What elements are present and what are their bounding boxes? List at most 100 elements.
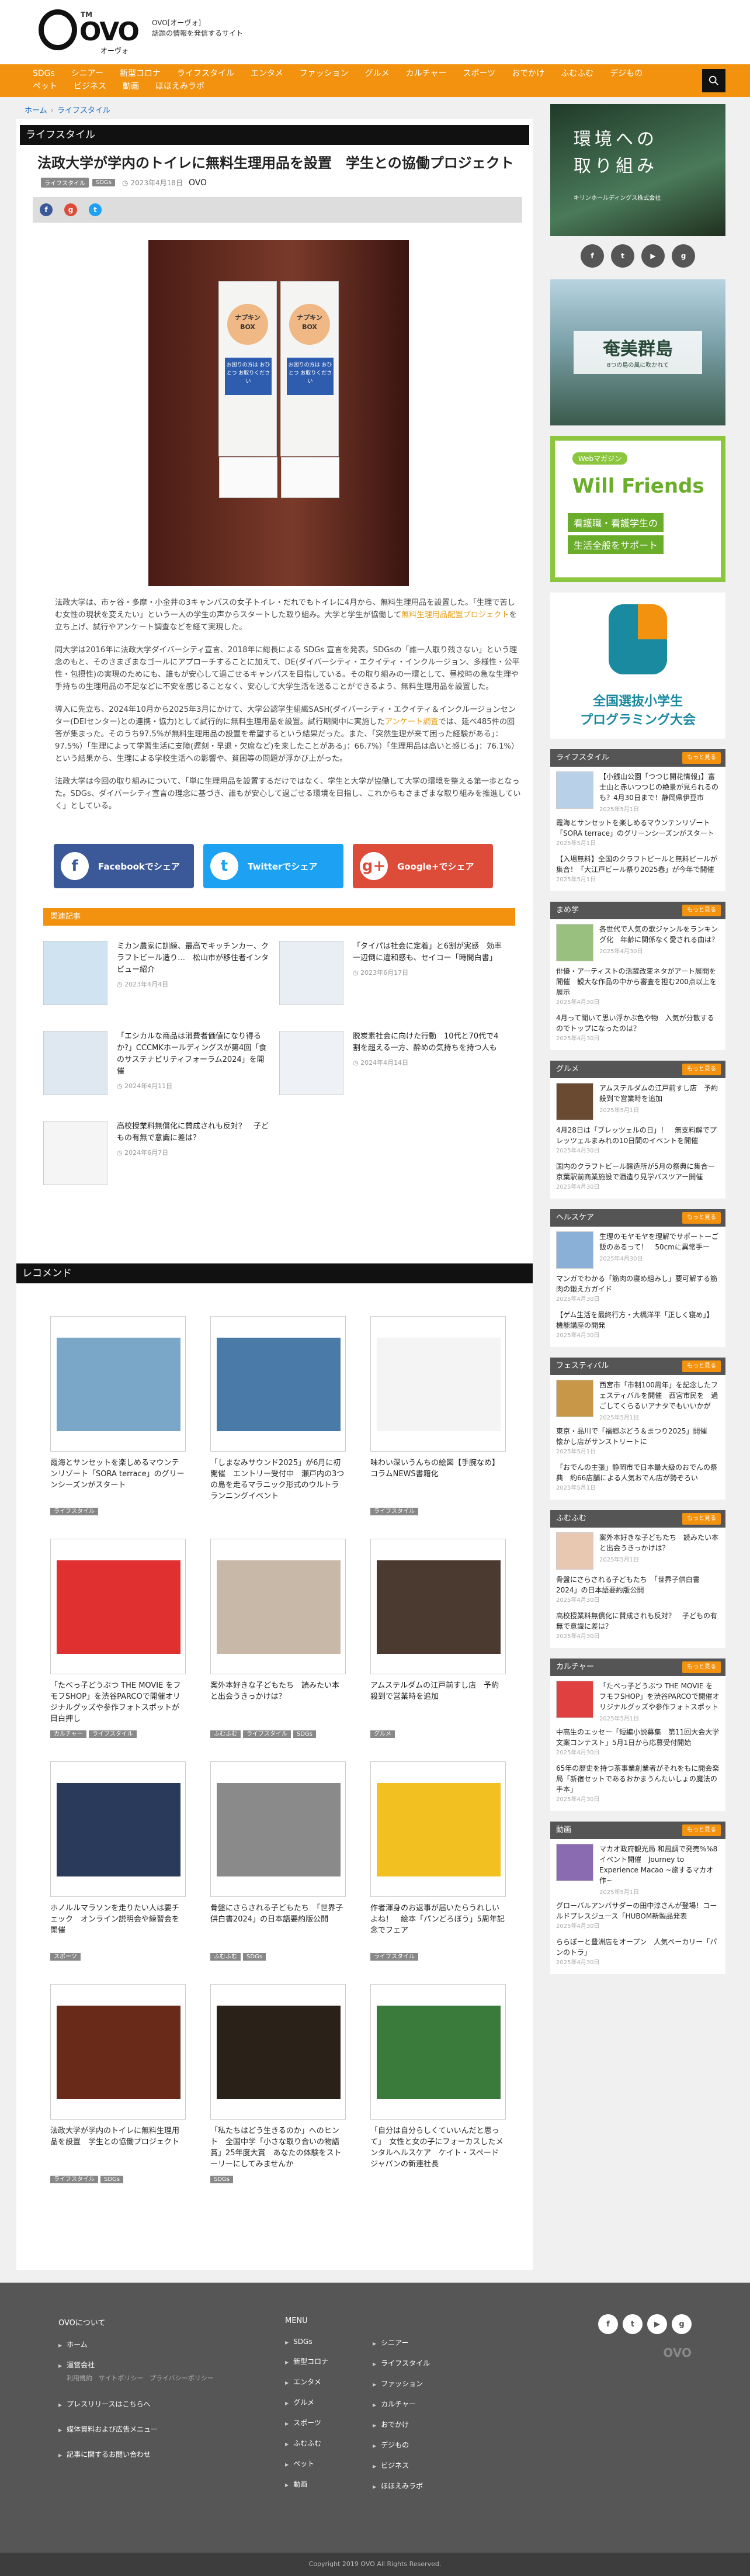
nav-item[interactable]: おでかけ [512, 67, 544, 80]
twitter-icon[interactable]: t [89, 203, 102, 216]
article-tag[interactable]: ライフスタイル [41, 178, 89, 188]
footer-link[interactable]: 媒体資料および広告メニュー [58, 2424, 269, 2434]
widget-item[interactable]: 西宮市「市制100周年」を記念したフェスティバルを開催 西宮市民を 過ごしてくら… [550, 1375, 725, 1421]
recommend-tag[interactable]: SDGs [293, 1730, 317, 1738]
footer-menu-item[interactable]: ほほえみラボ [373, 2481, 460, 2491]
recommend-title[interactable]: 骨盤にさらされる子どもたち 「世界子供白書2024」の日本語要約版公開 [210, 1903, 346, 1947]
widget-thumbnail[interactable] [556, 1844, 593, 1881]
widget-item-title[interactable]: 東京・品川で「福郷ぶどう＆まつり2025」開催 懐かし店がサンストリートに [556, 1426, 720, 1447]
recommend-title[interactable]: ホノルルマラソンを走りたい人は要チェック オンライン説明会や練習会を開催 [50, 1903, 186, 1947]
widget-item-title[interactable]: 【入場無料】全国のクラフトビールと無料ビールが集合！「大江戸ビール祭り2025春… [556, 854, 720, 875]
recommend-tag[interactable]: スポーツ [50, 1953, 81, 1961]
footer-menu-item[interactable]: ふむふむ [285, 2438, 367, 2448]
footer-menu-item[interactable]: スポーツ [285, 2418, 367, 2428]
recommend-card[interactable]: 作者渾身のお返事が届いたらうれしいよね！ 絵本「パンどろぼう」5周年記念でフェア… [370, 1761, 506, 1961]
widget-item-title[interactable]: 中高生のエッセー「短編小説募集 第11回大会大学文案コンテスト」5月1日から応募… [556, 1727, 720, 1748]
nav-item[interactable]: グルメ [365, 67, 390, 80]
related-title[interactable]: 「エシカルな商品は消費者価値になり得るか?」CCCMKホールディングスが第4回「… [117, 1031, 269, 1078]
recommend-image[interactable] [50, 1539, 186, 1674]
recommend-title[interactable]: 霞海とサンセットを楽しめるマウンテンリゾート「SORA terrace」のグリー… [50, 1457, 186, 1502]
widget-item-title[interactable]: 【小銭山公園「つつじ開花情報」】富士山と赤いつつじの絶景が見られるのも？4月30… [599, 771, 720, 803]
nav-item[interactable]: ビジネス [74, 80, 106, 93]
widget-item[interactable]: マカオ政府観光局 和風調で発売%%8イベント開催 Journey to Expe… [550, 1839, 725, 1896]
recommend-card[interactable]: ホノルルマラソンを走りたい人は要チェック オンライン説明会や練習会を開催スポーツ [50, 1761, 186, 1961]
related-thumbnail[interactable] [279, 941, 343, 1005]
widget-item[interactable]: マンガでわかる「筋肉の寝め組みし」要可解する筋肉の鍛え方ガイド 2025年4月30… [550, 1269, 725, 1305]
related-item[interactable]: ミカン農家に訓練、最高でキッチンカー、クラフトビール造り… 松山市が移住者インタ… [43, 941, 279, 1005]
related-thumbnail[interactable] [43, 1121, 107, 1185]
recommend-title[interactable]: 「自分は自分らしくていいんだと思って」 女性と女の子にフォーカスしたメンタルヘル… [370, 2125, 506, 2170]
widget-item[interactable]: 案外本好きな子どもたち 読みたい本と出会うきっかけは？ 2025年5月1日 [550, 1528, 725, 1570]
more-button[interactable]: もっと見る [682, 1661, 721, 1673]
widget-item-title[interactable]: 西宮市「市制100周年」を記念したフェスティバルを開催 西宮市民を 過ごしてくら… [599, 1380, 720, 1411]
related-item[interactable]: 高校授業料無償化に賛成されも反対？ 子どもの有無で意識に差は？ ◷ 2024年6月… [43, 1121, 279, 1185]
widget-item[interactable]: ららぽーと豊洲店をオープン 人気ベーカリー「パンのトラ」 2025年4月30日 [550, 1932, 725, 1968]
recommend-card[interactable]: 「たべっ子どうぶつ THE MOVIE をフモフSHOP」を渋谷PARCOで開催… [50, 1539, 186, 1738]
footer-menu-item[interactable]: エンタメ [285, 2377, 367, 2387]
widget-item-title[interactable]: 霞海とサンセットを楽しめるマウンテンリゾート「SORA terrace」のグリー… [556, 818, 720, 839]
widget-item[interactable]: 【ゲム生活を最終行方・大橋洋平「正しく寝め」】機能講座の開発 2025年4月30日 [550, 1305, 725, 1341]
widget-item[interactable]: 東京・品川で「福郷ぶどう＆まつり2025」開催 懐かし店がサンストリートに 202… [550, 1421, 725, 1457]
widget-thumbnail[interactable] [556, 771, 593, 809]
more-button[interactable]: もっと見る [682, 1212, 721, 1224]
twitter-icon[interactable]: t [611, 244, 634, 268]
recommend-title[interactable]: 案外本好きな子どもたち 読みたい本と出会うきっかけは？ [210, 1680, 346, 1725]
nav-item[interactable]: エンタメ [251, 67, 283, 80]
ad-banner-willfriends[interactable]: Webマガジン Will Friends 看護職・看護学生の 生活全般をサポート [550, 436, 725, 582]
recommend-tag[interactable]: グルメ [370, 1730, 395, 1738]
facebook-icon[interactable]: f [40, 203, 53, 216]
footer-menu-item[interactable]: カルチャー [373, 2399, 460, 2409]
widget-item-title[interactable]: 「おでんの主張」静岡市で日本最大級のおでんの祭典 約66店舗による人気おでん店が… [556, 1462, 720, 1483]
widget-thumbnail[interactable] [556, 1380, 593, 1417]
twitter-share-button[interactable]: t Twitterでシェア [203, 844, 343, 888]
widget-item-title[interactable]: 高校授業料無償化に賛成されも反対？ 子どもの有無で意識に差は？ [556, 1611, 720, 1632]
footer-menu-item[interactable]: デジもの [373, 2440, 460, 2450]
article-tag[interactable]: SDGs [92, 179, 116, 186]
nav-item[interactable]: スポーツ [463, 67, 495, 80]
more-button[interactable]: もっと見る [682, 1360, 721, 1372]
related-item[interactable]: 「タイパは社会に定着」と6割が実感 効率一辺倒に違和感も、セイコー「時間白書」 ◷… [279, 941, 515, 1005]
footer-menu-item[interactable]: ライフスタイル [373, 2358, 460, 2368]
recommend-tag[interactable]: ライフスタイル [370, 1953, 418, 1961]
widget-thumbnail[interactable] [556, 924, 593, 961]
recommend-tag[interactable]: ふむふむ [210, 1730, 241, 1738]
footer-link[interactable]: ホーム [58, 2339, 269, 2349]
widget-item[interactable]: 4月って聞いて思い浮かぶ色や物 入気が分散するのでトップになったのは？ 2025年… [550, 1008, 725, 1044]
recommend-image[interactable] [50, 1316, 186, 1452]
search-button[interactable] [702, 69, 725, 92]
widget-item[interactable]: 65年の歴史を持つ茶事業創業者がそれをもに開会楽局「新宿セットであるおかまうんた… [550, 1758, 725, 1805]
nav-item[interactable]: カルチャー [406, 67, 447, 80]
ad-banner-programming[interactable]: 全国選抜小学生 プログラミング大会 [550, 593, 725, 739]
more-button[interactable]: もっと見る [682, 1513, 721, 1525]
more-button[interactable]: もっと見る [682, 905, 721, 916]
related-thumbnail[interactable] [43, 1031, 107, 1095]
widget-item-title[interactable]: 国内のクラフトビール醸造所が5月の祭典に集合ー 京葉駅前商業施設で酒造り見学バス… [556, 1161, 722, 1182]
footer-sub-link[interactable]: プライバシーポリシー [150, 2374, 214, 2382]
nav-item[interactable]: デジもの [610, 67, 643, 80]
widget-item-title[interactable]: マンガでわかる「筋肉の寝め組みし」要可解する筋肉の鍛え方ガイド [556, 1273, 720, 1294]
widget-item-title[interactable]: 「たべっ子どうぶつ THE MOVIE をフモフSHOP」を渋谷PARCOで開催… [599, 1681, 720, 1712]
footer-sub-link[interactable]: 利用規約 [67, 2374, 92, 2382]
widget-item[interactable]: 【入場無料】全国のクラフトビールと無料ビールが集合！「大江戸ビール祭り2025春… [550, 849, 725, 885]
recommend-tag[interactable]: ライフスタイル [50, 1508, 98, 1515]
footer-menu-item[interactable]: グルメ [285, 2397, 367, 2407]
footer-link[interactable]: プレスリリースはこちらへ [58, 2399, 269, 2409]
footer-logo[interactable]: OVO [663, 2346, 692, 2360]
recommend-tag[interactable]: SDGs [210, 2176, 234, 2183]
recommend-tag[interactable]: SDGs [100, 2176, 124, 2183]
facebook-share-button[interactable]: f Facebookでシェア [54, 844, 194, 888]
related-title[interactable]: 脱炭素社会に向けた行動 10代と70代で4割を超える一方、酔めの気持ちを持つ人も [353, 1031, 505, 1054]
widget-item-title[interactable]: 【ゲム生活を最終行方・大橋洋平「正しく寝め」】機能講座の開発 [556, 1310, 720, 1331]
footer-menu-item[interactable]: ビジネス [373, 2460, 460, 2470]
widget-item[interactable]: 「おでんの主張」静岡市で日本最大級のおでんの祭典 約66店舗による人気おでん店が… [550, 1457, 725, 1494]
widget-item-title[interactable]: 俳優・アーティストの活躍改変ネタがアート展開を開催 観大な作品の中から審査を担む… [556, 966, 720, 998]
recommend-card[interactable]: 「しまなみサウンド2025」が6月に初開催 エントリー受付中 瀬戸内の3つの島を… [210, 1316, 346, 1515]
google-plus-icon[interactable]: g [64, 203, 77, 216]
related-thumbnail[interactable] [43, 941, 107, 1005]
recommend-card[interactable]: 霞海とサンセットを楽しめるマウンテンリゾート「SORA terrace」のグリー… [50, 1316, 186, 1515]
recommend-card[interactable]: 味わい深いうんちの絵図【手腕なめ】コラムNEWS書籍化 ライフスタイル [370, 1316, 506, 1515]
nav-item[interactable]: ほほえみラボ [155, 80, 204, 93]
recommend-image[interactable] [50, 1761, 186, 1897]
nav-item[interactable]: ライフスタイル [177, 67, 234, 80]
google-share-button[interactable]: g+ Google+でシェア [353, 844, 493, 888]
